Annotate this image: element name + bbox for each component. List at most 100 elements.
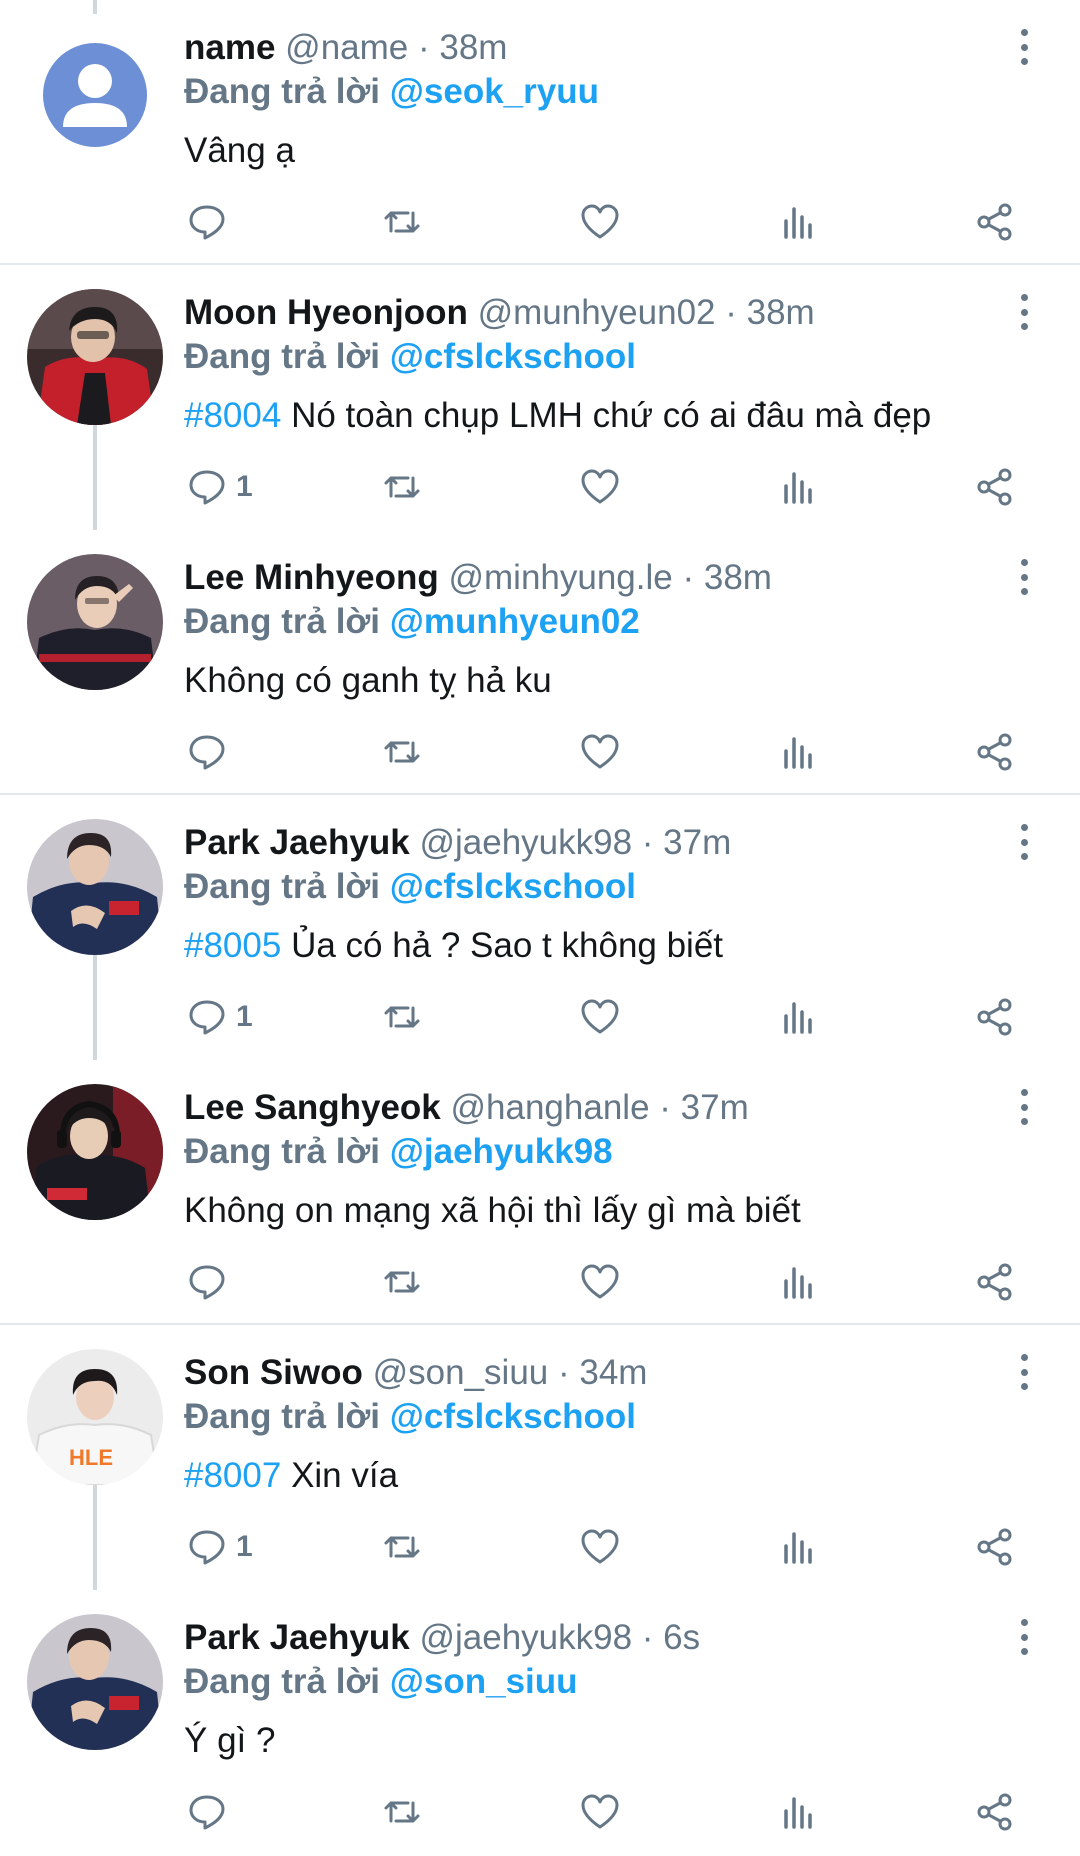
reply-button[interactable] (186, 198, 236, 246)
replying-to-mention[interactable]: @seok_ryuu (390, 72, 599, 111)
reply-button[interactable] (186, 728, 236, 776)
handle[interactable]: @son_siuu (373, 1353, 549, 1392)
handle[interactable]: @hanghanle (451, 1088, 650, 1127)
timestamp[interactable]: 34m (579, 1353, 647, 1392)
reply-button[interactable]: 1 (186, 463, 253, 511)
display-name[interactable]: Moon Hyeonjoon (184, 293, 468, 332)
reply-button[interactable] (186, 1788, 236, 1836)
hashtag-link[interactable]: #8007 (184, 1456, 281, 1495)
like-button[interactable] (579, 728, 621, 776)
share-button[interactable] (974, 728, 1016, 776)
retweet-button[interactable] (381, 463, 423, 511)
replying-to-mention[interactable]: @cfslckschool (390, 337, 636, 376)
separator-dot: · (548, 1353, 580, 1392)
avatar[interactable] (27, 1614, 163, 1750)
retweet-button[interactable] (381, 1523, 423, 1571)
display-name[interactable]: name (184, 28, 275, 67)
display-name[interactable]: Lee Sanghyeok (184, 1088, 441, 1127)
analytics-button[interactable] (778, 198, 820, 246)
share-button[interactable] (974, 463, 1016, 511)
analytics-button[interactable] (778, 463, 820, 511)
analytics-button[interactable] (778, 993, 820, 1041)
timestamp[interactable]: 37m (681, 1088, 749, 1127)
more-options-button[interactable] (1010, 1085, 1038, 1129)
timestamp[interactable]: 6s (663, 1618, 700, 1657)
avatar[interactable] (27, 554, 163, 690)
analytics-button[interactable] (778, 1788, 820, 1836)
more-options-button[interactable] (1010, 1615, 1038, 1659)
share-button[interactable] (974, 1523, 1016, 1571)
heart-icon (581, 1529, 619, 1564)
replying-to-mention[interactable]: @cfslckschool (390, 1397, 636, 1436)
replying-prefix: Đang trả lời (184, 1397, 381, 1436)
display-name[interactable]: Park Jaehyuk (184, 1618, 410, 1657)
tweet[interactable]: HLE Son Siwoo @son_siuu · 34m Đang trả l… (0, 1325, 1080, 1590)
tweet-actions: 1 (0, 463, 1080, 511)
analytics-button[interactable] (778, 1258, 820, 1306)
replying-to-mention[interactable]: @cfslckschool (390, 867, 636, 906)
more-options-button[interactable] (1010, 290, 1038, 334)
hashtag-link[interactable]: #8004 (184, 396, 281, 435)
timestamp[interactable]: 38m (747, 293, 815, 332)
retweet-button[interactable] (381, 728, 423, 776)
tweet[interactable]: Park Jaehyuk @jaehyukk98 · 37m Đang trả … (0, 795, 1080, 1060)
display-name[interactable]: Son Siwoo (184, 1353, 363, 1392)
reply-button[interactable]: 1 (186, 993, 253, 1041)
like-button[interactable] (579, 198, 621, 246)
like-button[interactable] (579, 1788, 621, 1836)
share-button[interactable] (974, 1788, 1016, 1836)
handle[interactable]: @munhyeun02 (478, 293, 716, 332)
handle[interactable]: @minhyung.le (448, 558, 672, 597)
timestamp[interactable]: 37m (663, 823, 731, 862)
tweet-actions (0, 1788, 1080, 1836)
avatar[interactable] (27, 289, 163, 425)
avatar[interactable] (27, 27, 163, 163)
share-button[interactable] (974, 1258, 1016, 1306)
handle[interactable]: @name (285, 28, 408, 67)
reply-button[interactable]: 1 (186, 1523, 253, 1571)
like-button[interactable] (579, 1258, 621, 1306)
tweet[interactable]: Lee Minhyeong @minhyung.le · 38m Đang tr… (0, 530, 1080, 795)
tweet[interactable]: name @name · 38m Đang trả lời @seok_ryuu… (0, 0, 1080, 265)
timestamp[interactable]: 38m (439, 28, 507, 67)
like-button[interactable] (579, 1523, 621, 1571)
tweet[interactable]: Moon Hyeonjoon @munhyeun02 · 38m Đang tr… (0, 265, 1080, 530)
share-button[interactable] (974, 993, 1016, 1041)
share-button[interactable] (974, 198, 1016, 246)
timestamp[interactable]: 38m (704, 558, 772, 597)
analytics-icon (784, 1532, 812, 1564)
tweet-text: #8005 Ủa có hả ? Sao t không biết (184, 923, 723, 969)
more-options-button[interactable] (1010, 1350, 1038, 1394)
handle[interactable]: @jaehyukk98 (419, 1618, 632, 1657)
retweet-button[interactable] (381, 1258, 423, 1306)
retweet-button[interactable] (381, 198, 423, 246)
retweet-button[interactable] (381, 1788, 423, 1836)
display-name[interactable]: Lee Minhyeong (184, 558, 439, 597)
tweet-text: Không có ganh tỵ hả ku (184, 658, 552, 704)
replying-to-mention[interactable]: @son_siuu (390, 1662, 578, 1701)
like-button[interactable] (579, 463, 621, 511)
reply-button[interactable] (186, 1258, 236, 1306)
tweet[interactable]: Lee Sanghyeok @hanghanle · 37m Đang trả … (0, 1060, 1080, 1325)
replying-prefix: Đang trả lời (184, 1132, 381, 1171)
separator-dot: · (715, 293, 747, 332)
replying-to-mention[interactable]: @munhyeun02 (390, 602, 640, 641)
avatar[interactable]: HLE (27, 1349, 163, 1485)
more-options-button[interactable] (1010, 25, 1038, 69)
share-icon (977, 1263, 1012, 1301)
retweet-button[interactable] (381, 993, 423, 1041)
tweet[interactable]: Park Jaehyuk @jaehyukk98 · 6s Đang trả l… (0, 1590, 1080, 1856)
analytics-button[interactable] (778, 728, 820, 776)
reply-icon (189, 1795, 225, 1830)
display-name[interactable]: Park Jaehyuk (184, 823, 410, 862)
avatar[interactable] (27, 819, 163, 955)
more-options-button[interactable] (1010, 555, 1038, 599)
hashtag-link[interactable]: #8005 (184, 926, 281, 965)
more-options-button[interactable] (1010, 820, 1038, 864)
avatar[interactable] (27, 1084, 163, 1220)
handle[interactable]: @jaehyukk98 (419, 823, 632, 862)
heart-icon (581, 1264, 619, 1299)
like-button[interactable] (579, 993, 621, 1041)
replying-to-mention[interactable]: @jaehyukk98 (390, 1132, 613, 1171)
analytics-button[interactable] (778, 1523, 820, 1571)
